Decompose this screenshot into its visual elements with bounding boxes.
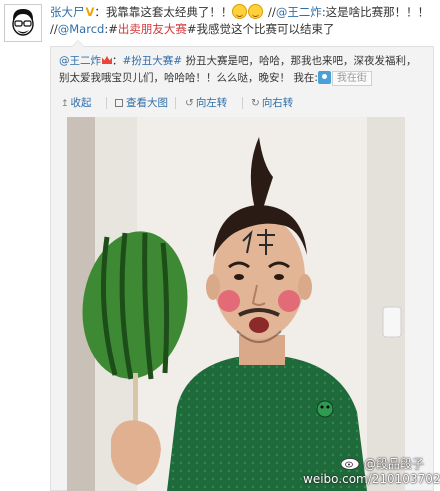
repost-author-link[interactable]: @王二炸 <box>59 55 101 67</box>
view-large-button[interactable]: 查看大图 <box>115 95 168 111</box>
collapse-label: 收起 <box>70 97 92 109</box>
rotate-right-label: 向右转 <box>261 97 294 109</box>
zoom-icon <box>115 99 123 107</box>
toolbar-divider <box>106 97 107 109</box>
avatar-cartoon-icon <box>5 5 41 41</box>
repost-pointer <box>71 40 85 47</box>
image-toolbar: ↥ 收起 查看大图 ↺ 向左转 ↻ 向右转 <box>59 95 425 111</box>
watermark-url: weibo.com/2101037029 <box>303 472 440 486</box>
post-text-part: // <box>50 22 58 36</box>
toolbar-divider <box>242 97 243 109</box>
rotate-left-icon: ↺ <box>185 97 194 109</box>
topic-link[interactable]: 出卖朋友大赛 <box>118 22 187 36</box>
photo-illustration <box>67 117 405 491</box>
grin-emoji-icon <box>248 4 264 19</box>
author-name-link[interactable]: 张大尸 <box>50 5 85 19</box>
post-text-part: :# <box>104 22 118 36</box>
repost-text-part: ： <box>112 55 123 67</box>
watermark-account: @段品段子 <box>364 457 425 471</box>
location-link[interactable]: 我在街 <box>331 71 372 86</box>
rotate-left-button[interactable]: ↺ 向左转 <box>185 95 227 111</box>
toolbar-divider <box>175 97 176 109</box>
location-pin-icon <box>317 71 331 84</box>
collapse-button[interactable]: ↥ 收起 <box>61 95 92 112</box>
post-photo[interactable] <box>67 117 405 491</box>
crown-icon <box>102 56 112 64</box>
post-text-part: :这是啥比赛那！！！ <box>321 5 430 19</box>
grin-emoji-icon <box>232 4 248 19</box>
rotate-left-label: 向左转 <box>195 97 228 109</box>
rotate-right-icon: ↻ <box>251 97 260 109</box>
post-text: 张大尸V：我靠靠这套太经典了！！ //@王二炸:这是啥比赛那！！！ //@Mar… <box>50 4 434 38</box>
view-large-label: 查看大图 <box>126 97 168 109</box>
rotate-right-button[interactable]: ↻ 向右转 <box>251 95 293 111</box>
repost-box: @王二炸 ：#扮丑大赛# 扮丑大赛是吧，哈哈，那我也来吧，深夜发福利，别太爱我哦宝… <box>50 40 434 491</box>
post-text-part: #我感觉这个比赛可以结束了 <box>186 22 335 36</box>
weibo-logo-icon <box>340 458 360 470</box>
post-text-part: ：我靠靠这套太经典了！！ <box>94 5 233 19</box>
author-avatar[interactable] <box>4 4 42 42</box>
repost-text: @王二炸 ：#扮丑大赛# 扮丑大赛是吧，哈哈，那我也来吧，深夜发福利，别太爱我哦宝… <box>59 53 425 87</box>
mention-link[interactable]: @王二炸 <box>276 5 322 19</box>
post-text-part: // <box>264 5 276 19</box>
collapse-icon: ↥ <box>61 99 69 109</box>
mention-link[interactable]: @Marcd <box>58 22 105 36</box>
repost-topic-link[interactable]: #扮丑大赛# <box>123 55 183 67</box>
